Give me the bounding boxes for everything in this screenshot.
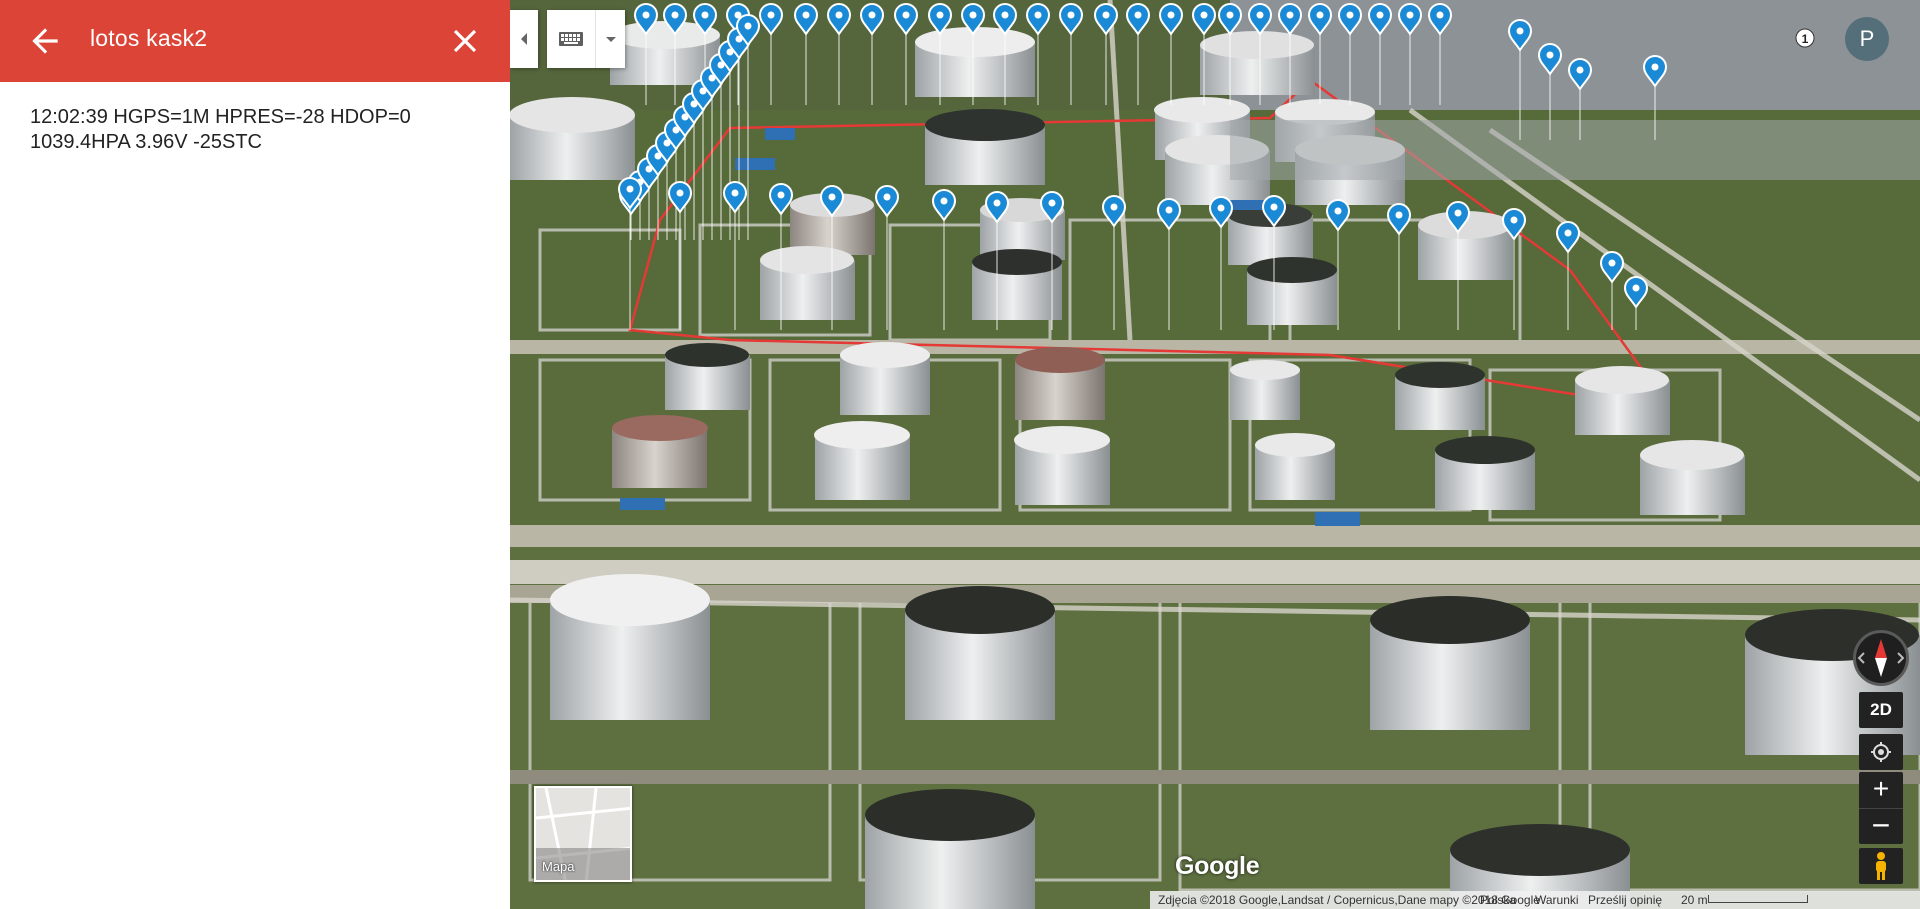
street-view-pegman[interactable] xyxy=(1859,848,1903,884)
minimap-label: Mapa xyxy=(542,859,575,874)
scale-label: 20 m xyxy=(1681,893,1708,907)
chevron-left-icon xyxy=(521,33,527,45)
cluster-count: 1 xyxy=(1802,32,1809,46)
keyboard-button[interactable] xyxy=(547,10,595,68)
close-icon xyxy=(453,29,477,53)
input-tools xyxy=(547,10,625,68)
country-link[interactable]: Polska xyxy=(1480,893,1516,907)
terms-link[interactable]: Warunki xyxy=(1535,893,1579,907)
map-view[interactable]: 1 P 2D + − Mapa Google Zdjęcia ©2018 Goo… xyxy=(510,0,1920,909)
zoom-out-button[interactable]: − xyxy=(1859,808,1903,844)
panel-title: lotos kask2 xyxy=(90,25,208,51)
zoom-controls: + − xyxy=(1859,772,1903,844)
scale-bar xyxy=(1708,895,1808,903)
my-location-icon xyxy=(1871,742,1891,762)
arrow-left-icon xyxy=(32,28,58,54)
satellite-3d-imagery: 1 xyxy=(510,0,1920,909)
map-type-switcher[interactable]: Mapa xyxy=(534,786,632,882)
panel-header: lotos kask2 xyxy=(0,0,510,82)
my-location-button[interactable] xyxy=(1859,734,1903,770)
compass-button[interactable] xyxy=(1853,630,1909,686)
side-panel: lotos kask2 12:02:39 HGPS=1M HPRES=-28 H… xyxy=(0,0,510,909)
track-description: 12:02:39 HGPS=1M HPRES=-28 HDOP=0 1039.4… xyxy=(30,106,411,153)
attribution-bar: Zdjęcia ©2018 Google,Landsat / Copernicu… xyxy=(1150,891,1920,909)
collapse-panel-button[interactable] xyxy=(510,10,538,68)
view-2d-toggle[interactable]: 2D xyxy=(1859,692,1903,728)
feedback-link[interactable]: Prześlij opinię xyxy=(1588,893,1662,907)
pegman-icon xyxy=(1876,852,1886,880)
account-avatar[interactable]: P xyxy=(1845,17,1889,61)
marker-cluster-badge[interactable]: 1 xyxy=(1795,28,1815,48)
close-button[interactable] xyxy=(446,22,484,60)
google-logo: Google xyxy=(1175,852,1260,880)
keyboard-icon xyxy=(559,32,583,46)
zoom-in-button[interactable]: + xyxy=(1859,772,1903,808)
chevron-down-icon xyxy=(606,37,616,42)
compass-icon xyxy=(1857,639,1905,677)
input-tools-dropdown[interactable] xyxy=(595,10,625,68)
back-button[interactable] xyxy=(26,22,64,60)
